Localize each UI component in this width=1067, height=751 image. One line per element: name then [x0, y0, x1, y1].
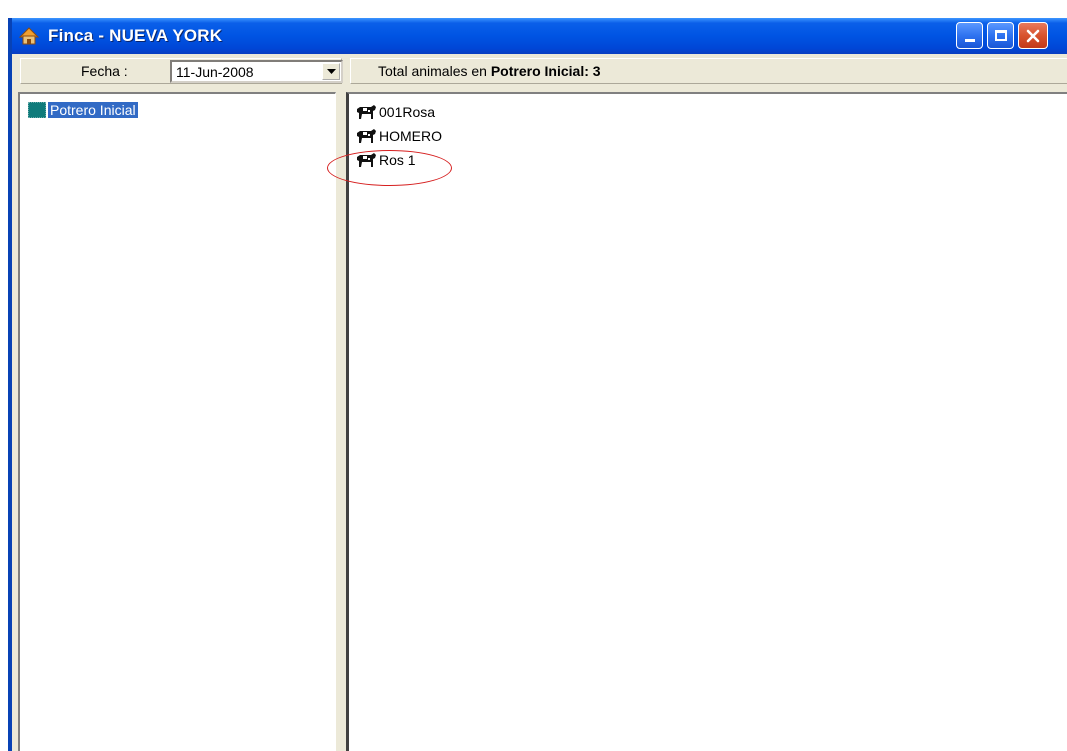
pane-splitter[interactable]: [336, 92, 346, 751]
date-value: 11-Jun-2008: [176, 64, 254, 80]
date-picker[interactable]: 11-Jun-2008: [170, 60, 343, 83]
animal-name: 001Rosa: [379, 104, 436, 120]
toolbar: Fecha : 11-Jun-2008 Total animales en Po…: [12, 54, 1067, 88]
close-button[interactable]: [1018, 22, 1048, 49]
total-animals-prefix: Total animales en: [378, 63, 491, 79]
animal-list: 001Rosa HOMERO Ros 1: [355, 100, 442, 172]
date-dropdown-button[interactable]: [322, 63, 340, 80]
animal-name: Ros 1: [379, 152, 416, 168]
cow-icon: [357, 105, 376, 119]
total-animals-panel: Total animales en Potrero Inicial: 3: [350, 58, 1067, 84]
date-label: Fecha :: [81, 63, 128, 79]
cow-icon: [357, 129, 376, 143]
maximize-icon: [994, 30, 1007, 41]
title-bar[interactable]: Finca - NUEVA YORK: [12, 18, 1067, 54]
cow-icon: [357, 153, 376, 167]
list-item[interactable]: HOMERO: [355, 124, 442, 148]
app-window: Finca - NUEVA YORK Fecha : 11-Jun-2008 T…: [8, 18, 1067, 751]
farm-house-icon: [18, 27, 40, 45]
paddock-tree[interactable]: Potrero Inicial: [18, 92, 336, 751]
animal-list-pane[interactable]: 001Rosa HOMERO Ros 1: [346, 92, 1067, 751]
paddock-icon: [28, 102, 46, 118]
list-item[interactable]: Ros 1: [355, 148, 442, 172]
date-panel: Fecha : 11-Jun-2008: [20, 58, 343, 84]
tree-item-potrero-inicial[interactable]: Potrero Inicial: [28, 101, 139, 119]
total-animals-count: Potrero Inicial: 3: [490, 63, 601, 79]
maximize-button[interactable]: [987, 22, 1014, 49]
minimize-icon: [964, 39, 975, 42]
total-animals-text: Total animales en Potrero Inicial: 3: [378, 63, 601, 79]
window-title: Finca - NUEVA YORK: [48, 26, 223, 45]
list-item[interactable]: 001Rosa: [355, 100, 442, 124]
chevron-down-icon: [326, 68, 336, 74]
animal-name: HOMERO: [379, 128, 442, 144]
close-icon: [1026, 29, 1040, 42]
tree-item-label: Potrero Inicial: [47, 101, 139, 119]
minimize-button[interactable]: [956, 22, 983, 49]
